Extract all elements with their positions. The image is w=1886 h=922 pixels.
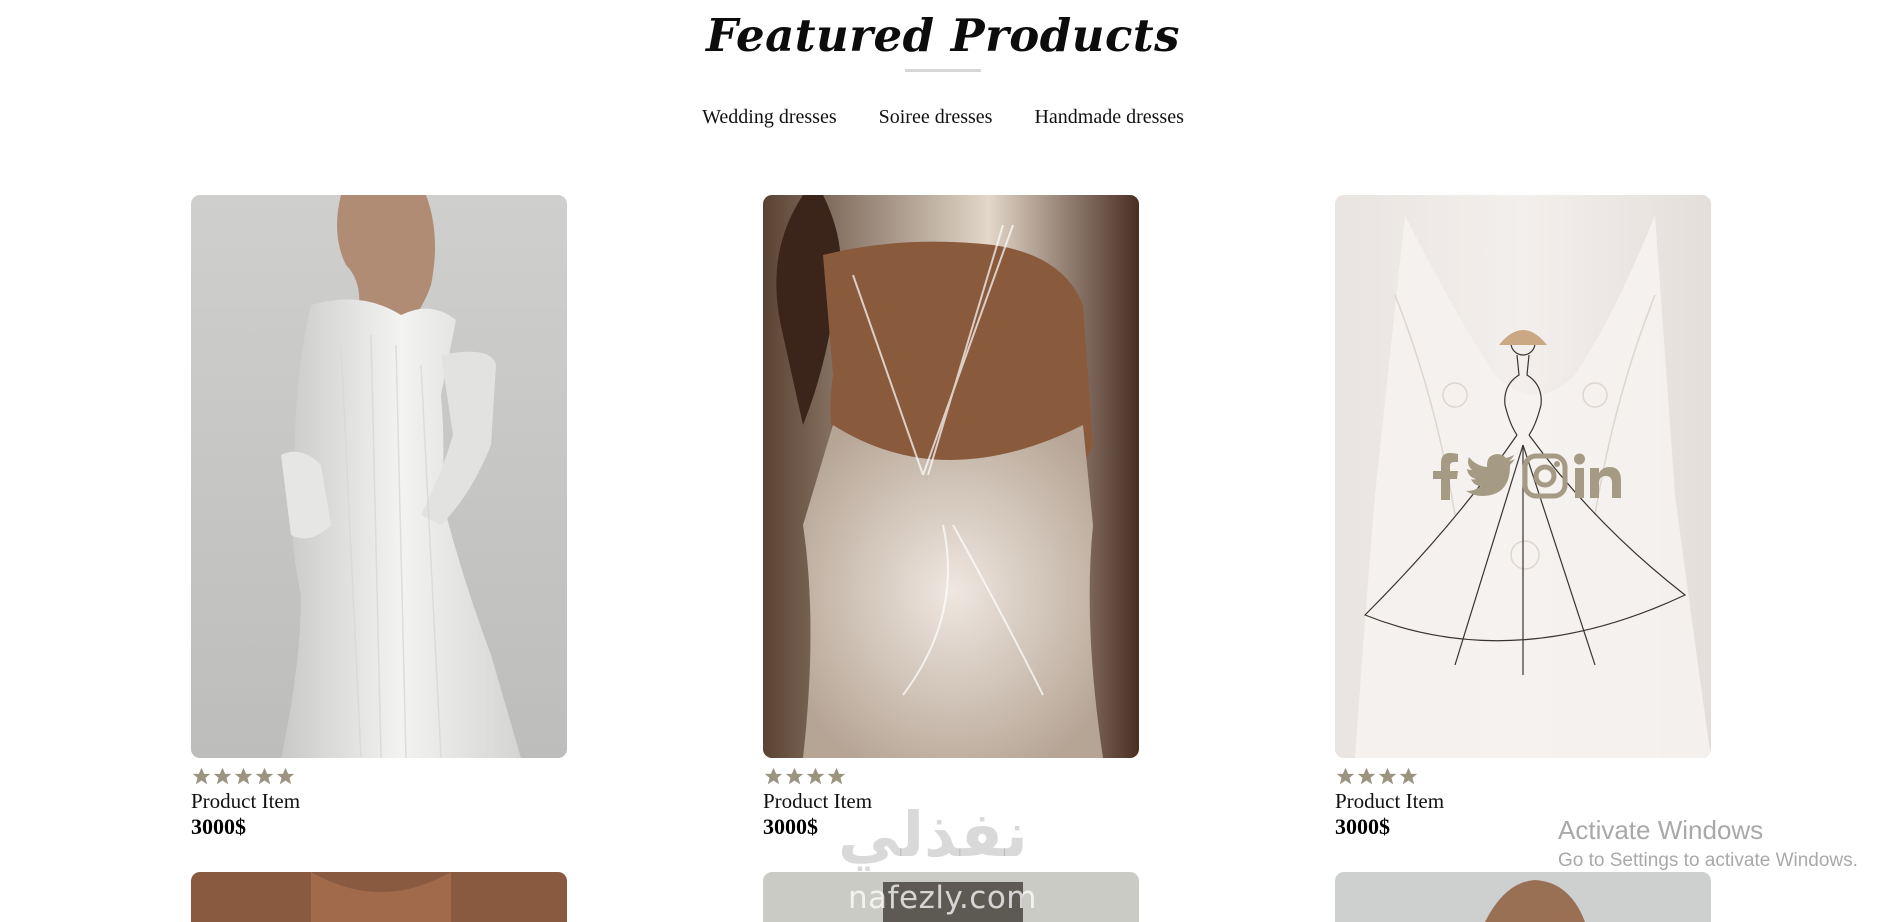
star-icon — [827, 767, 846, 785]
featured-products-header: Featured Products — [0, 8, 1886, 72]
star-icon — [1378, 767, 1397, 785]
watermark-arabic: نفذلي — [838, 798, 1028, 871]
star-icon — [255, 767, 274, 785]
product-name[interactable]: Product Item — [1335, 788, 1711, 814]
star-icon — [1399, 767, 1418, 785]
star-icon — [785, 767, 804, 785]
section-title: Featured Products — [705, 9, 1180, 62]
product-image[interactable] — [191, 195, 567, 758]
product-price: 3000$ — [191, 814, 246, 839]
social-links — [1430, 452, 1622, 500]
category-tabs: Wedding dresses Soiree dresses Handmade … — [0, 106, 1886, 129]
star-icon — [1357, 767, 1376, 785]
star-icon — [192, 767, 211, 785]
star-icon — [276, 767, 295, 785]
windows-activation-notice: Activate Windows Go to Settings to activ… — [1558, 814, 1858, 874]
star-rating — [763, 766, 1139, 788]
star-icon — [234, 767, 253, 785]
product-card[interactable]: Product Item 3000$ — [763, 195, 1139, 840]
instagram-icon[interactable] — [1522, 453, 1568, 499]
star-icon — [213, 767, 232, 785]
product-image[interactable] — [1335, 872, 1711, 922]
facebook-icon[interactable] — [1430, 452, 1460, 500]
star-icon — [1336, 767, 1355, 785]
product-card[interactable]: Product Item 3000$ — [191, 195, 567, 840]
tab-handmade-dresses[interactable]: Handmade dresses — [1034, 106, 1183, 129]
product-name[interactable]: Product Item — [191, 788, 567, 814]
title-underline — [905, 69, 981, 72]
star-icon — [764, 767, 783, 785]
activation-title: Activate Windows — [1558, 815, 1764, 845]
activation-subtitle: Go to Settings to activate Windows. — [1558, 850, 1858, 871]
tab-wedding-dresses[interactable]: Wedding dresses — [702, 106, 836, 129]
product-image[interactable] — [763, 195, 1139, 758]
star-rating — [191, 766, 567, 788]
star-icon — [806, 767, 825, 785]
star-rating — [1335, 766, 1711, 788]
linkedin-icon[interactable] — [1574, 453, 1622, 499]
twitter-icon[interactable] — [1466, 454, 1516, 498]
product-card[interactable]: Product Item 3000$ — [1335, 195, 1711, 840]
product-image[interactable] — [191, 872, 567, 922]
tab-soiree-dresses[interactable]: Soiree dresses — [879, 106, 993, 129]
watermark-latin: nafezly.com — [848, 880, 1038, 916]
